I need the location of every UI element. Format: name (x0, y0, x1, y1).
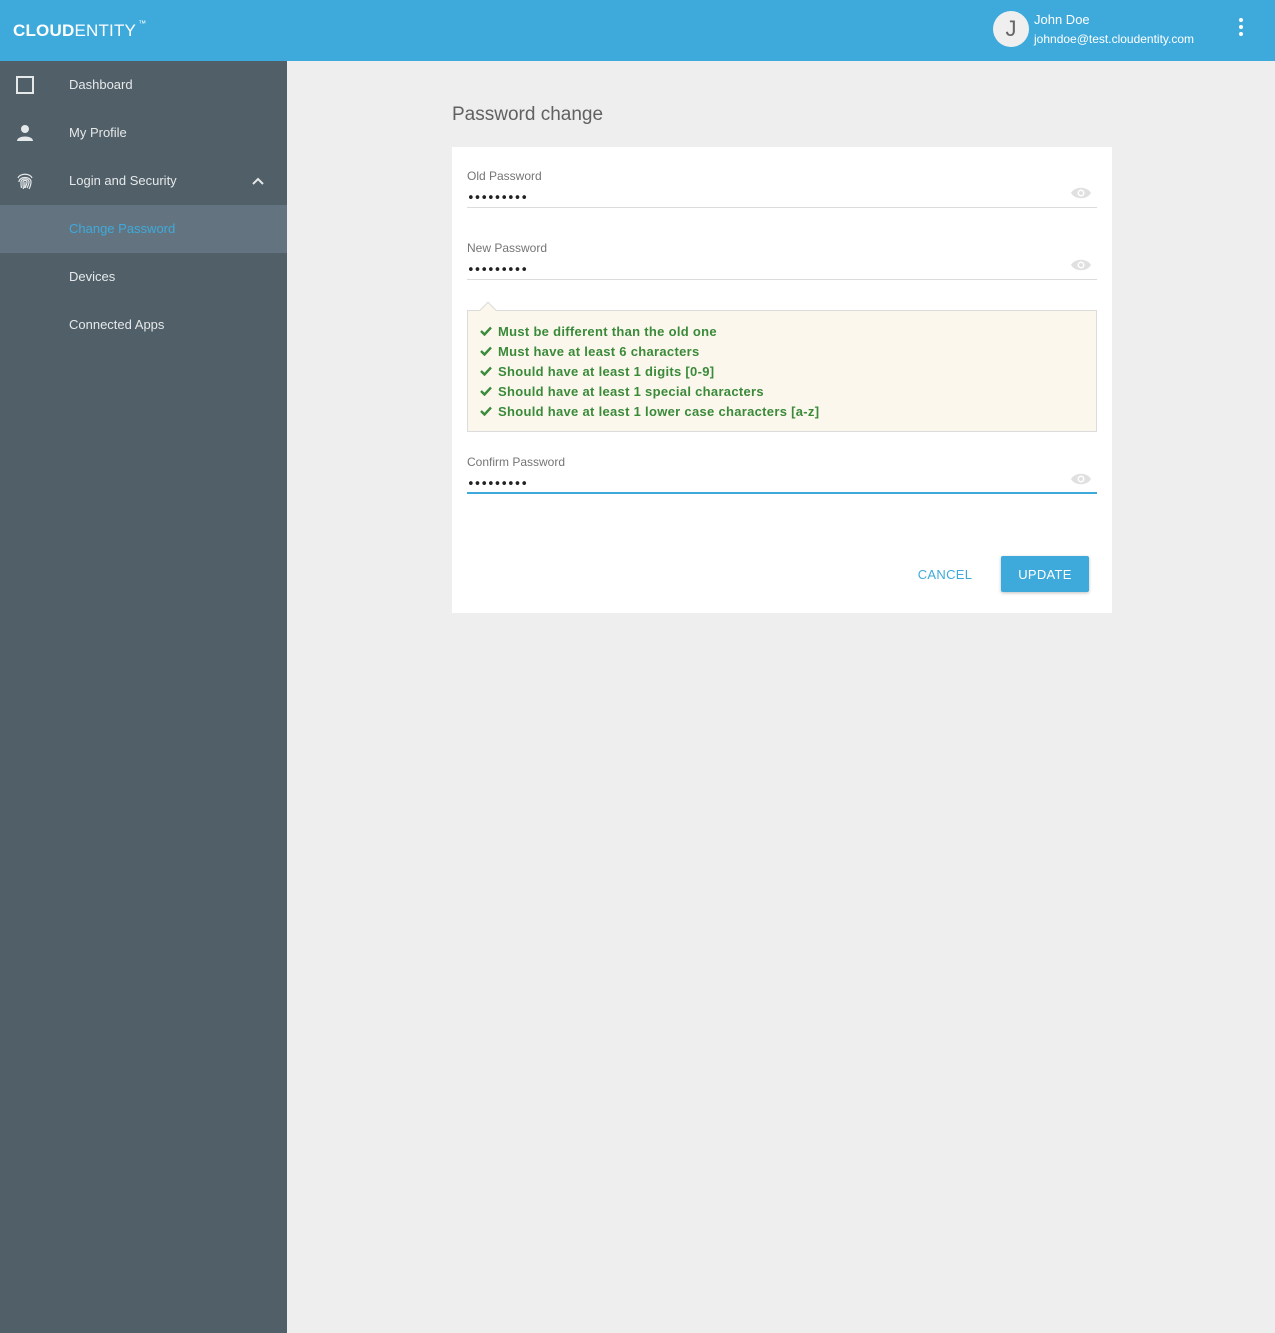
update-button[interactable]: UPDATE (1001, 556, 1089, 592)
cancel-button[interactable]: CANCEL (907, 556, 983, 592)
password-rules-box: Must be different than the old one Must … (467, 301, 1097, 432)
field-underline (467, 279, 1097, 280)
logo-bold-text: CLOUD (13, 21, 75, 40)
rule-text: Must have at least 6 characters (498, 344, 700, 359)
user-name: John Doe (1034, 12, 1090, 27)
sidebar-item-label: Connected Apps (69, 317, 165, 332)
eye-icon[interactable] (1071, 472, 1091, 486)
user-email: johndoe@test.cloudentity.com (1034, 32, 1195, 46)
sidebar-item-connected-apps[interactable]: Connected Apps (0, 301, 287, 349)
cloudentity-logo[interactable]: CLOUDENTITY ™ (13, 19, 147, 41)
check-icon (480, 386, 492, 396)
confirm-password-input[interactable] (467, 477, 1027, 492)
more-vert-icon[interactable] (1232, 18, 1250, 42)
rules-notch (479, 301, 497, 319)
person-icon (17, 125, 33, 141)
old-password-input[interactable] (467, 191, 1027, 206)
check-icon (480, 326, 492, 336)
field-underline-focused (467, 492, 1097, 494)
eye-icon[interactable] (1071, 186, 1091, 200)
chevron-up-icon[interactable] (251, 174, 265, 188)
sidebar-item-change-password[interactable]: Change Password (0, 205, 287, 253)
field-label: Old Password (467, 169, 542, 183)
sidebar-item-label: Change Password (69, 221, 176, 236)
field-label: Confirm Password (467, 455, 566, 469)
sidebar-item-label: Login and Security (69, 173, 177, 188)
page-title: Password change (452, 104, 604, 125)
sidebar-item-label: My Profile (69, 125, 127, 140)
logo-tm: ™ (138, 19, 147, 28)
sidebar-item-label: Dashboard (69, 77, 133, 92)
sidebar-item-login-security[interactable]: Login and Security (0, 157, 287, 205)
sidebar-item-label: Devices (69, 269, 116, 284)
new-password-input[interactable] (467, 263, 1027, 278)
sidebar: Dashboard My Profile Login and Security … (0, 61, 287, 1333)
dashboard-square-icon (16, 76, 34, 94)
password-change-card: Old Password New Password Must be differ… (452, 147, 1112, 613)
sidebar-item-dashboard[interactable]: Dashboard (0, 61, 287, 109)
sidebar-item-my-profile[interactable]: My Profile (0, 109, 287, 157)
logo-light-text: ENTITY (74, 21, 137, 40)
rule-text: Should have at least 1 digits [0-9] (498, 364, 715, 379)
field-underline (467, 207, 1097, 208)
top-bar: CLOUDENTITY ™ J John Doe johndoe@test.clo… (0, 0, 1275, 61)
fingerprint-icon (17, 173, 33, 190)
rule-text: Must be different than the old one (498, 324, 717, 339)
check-icon (480, 346, 492, 356)
eye-icon[interactable] (1071, 258, 1091, 272)
check-icon (480, 366, 492, 376)
check-icon (480, 406, 492, 416)
rule-text: Should have at least 1 special character… (498, 384, 764, 399)
avatar[interactable]: J (993, 11, 1029, 47)
sidebar-item-devices[interactable]: Devices (0, 253, 287, 301)
field-label: New Password (467, 241, 548, 255)
rule-text: Should have at least 1 lower case charac… (498, 404, 820, 419)
